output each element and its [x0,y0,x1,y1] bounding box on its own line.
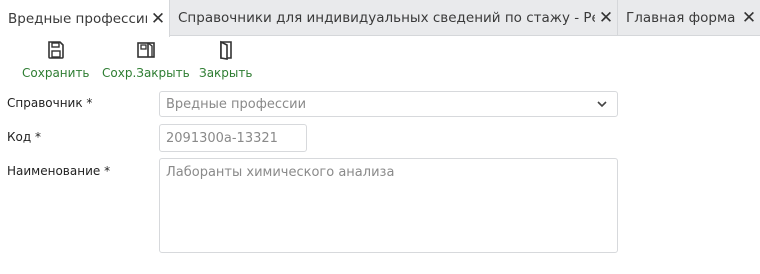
door-icon [219,40,232,60]
code-value: 2091300а-13321 [166,130,278,146]
tab-harmful-professions[interactable]: Вредные профессии ✕ [0,0,170,37]
tab-label: Справочники для индивидуальных сведений … [178,10,595,26]
reference-value: Вредные профессии [166,96,307,112]
code-label: Код * [7,130,41,144]
save-button[interactable]: Сохранить [22,40,90,80]
name-value: Лаборанты химического анализа [166,165,395,180]
name-textarea[interactable]: Лаборанты химического анализа [159,158,618,253]
tab-label: Главная форма [626,10,736,26]
save-close-icon [137,42,155,58]
close-label: Закрыть [199,66,253,80]
tab-reference-registry[interactable]: Справочники для индивидуальных сведений … [170,0,618,36]
tab-main-form[interactable]: Главная форма ✕ [618,0,760,36]
chevron-down-icon[interactable] [597,99,607,109]
tab-label: Вредные профессии [8,10,147,27]
close-icon[interactable]: ✕ [147,9,169,29]
code-input[interactable]: 2091300а-13321 [159,124,307,152]
reference-select[interactable]: Вредные профессии [159,91,618,117]
close-button[interactable]: Закрыть [199,40,252,80]
close-icon[interactable]: ✕ [595,8,617,28]
name-label: Наименование * [7,164,111,178]
save-label: Сохранить [22,66,90,80]
save-close-button[interactable]: Сохр.Закрыть [102,40,190,80]
toolbar: Сохранить Сохр.Закрыть Закрыть [0,37,760,83]
tab-bar: Вредные профессии ✕ Справочники для инди… [0,0,760,37]
reference-label: Справочник * [7,96,93,110]
close-icon[interactable]: ✕ [738,8,760,28]
save-close-label: Сохр.Закрыть [102,66,190,80]
save-icon [47,41,64,59]
